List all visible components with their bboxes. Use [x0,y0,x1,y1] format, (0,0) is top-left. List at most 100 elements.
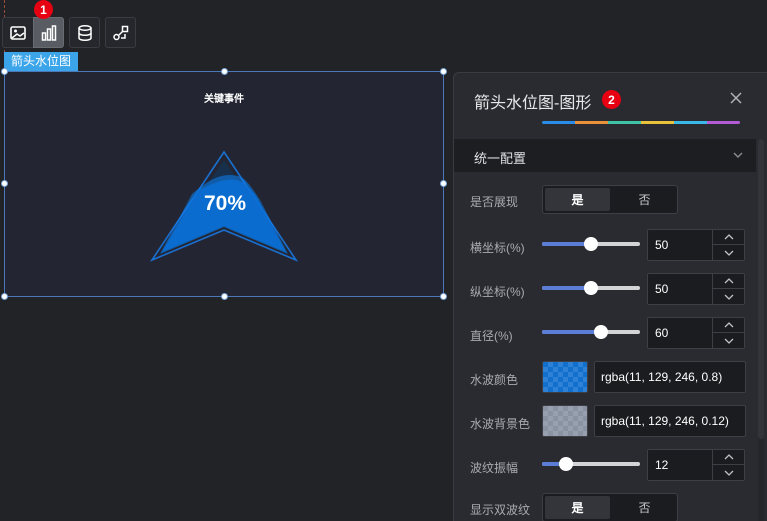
show-label: 是否展现 [470,195,519,209]
decrement-button[interactable] [713,245,744,260]
stepper-buttons [712,318,744,348]
row-x-coord: 横坐标(%) 50 [454,229,756,263]
chevron-down-icon [724,294,733,300]
chart-title: 关键事件 [204,94,244,105]
amplitude-stepper[interactable]: 12 [647,449,745,481]
slider-knob[interactable] [558,457,573,471]
y-coord-stepper[interactable]: 50 [647,273,745,305]
interaction-tool-button[interactable] [105,17,136,48]
resize-handle-tr[interactable] [440,68,447,75]
resize-handle-r[interactable] [440,180,447,187]
tab-color-segment [707,121,740,124]
x-coord-stepper[interactable]: 50 [647,229,745,261]
link-nodes-icon [112,25,128,40]
increment-button[interactable] [713,450,744,465]
tab-color-strip [542,121,740,124]
row-diameter: 直径(%) 60 [454,317,756,351]
row-amplitude: 波纹振幅 12 [454,449,756,483]
x-coord-label: 横坐标(%) [470,241,525,255]
component-toolbar [2,17,136,48]
increment-button[interactable] [713,318,744,333]
section-label: 统一配置 [474,151,527,166]
wave-color-input[interactable]: rgba(11, 129, 246, 0.8) [594,361,746,393]
row-wave-bg: 水波背景色 rgba(11, 129, 246, 0.12) [454,405,756,439]
chevron-down-icon [724,470,733,476]
decrement-button[interactable] [713,333,744,348]
tab-color-segment [674,121,707,124]
show-yes-option[interactable]: 是 [545,188,610,211]
diameter-slider[interactable] [542,325,640,339]
chevron-up-icon [724,322,733,328]
resize-handle-t[interactable] [221,68,228,75]
config-panel: 箭头水位图-图形 2 统一配置 是否展现 是 否 横坐标(%) 50 纵坐标(%… [453,72,767,521]
resize-handle-tl[interactable] [1,68,8,75]
row-double-wave: 显示双波纹 是 否 [454,493,756,521]
decrement-button[interactable] [713,289,744,304]
double-wave-toggle: 是 否 [542,493,678,521]
toolbar-group-main [2,17,64,48]
increment-button[interactable] [713,274,744,289]
resize-handle-br[interactable] [440,293,447,300]
resize-handle-bl[interactable] [1,293,8,300]
show-toggle: 是 否 [542,185,678,214]
stepper-buttons [712,230,744,260]
tab-color-segment [575,121,608,124]
tab-color-segment [542,121,575,124]
stepper-value: 60 [655,326,669,340]
slider-knob[interactable] [584,281,598,295]
tab-color-segment [641,121,674,124]
diameter-stepper[interactable]: 60 [647,317,745,349]
bar-chart-icon [41,24,56,41]
double-wave-no-option[interactable]: 否 [612,494,677,521]
resize-handle-b[interactable] [221,293,228,300]
close-icon[interactable] [729,91,743,105]
data-tool-button[interactable] [69,17,100,48]
y-coord-slider[interactable] [542,281,640,295]
amplitude-label: 波纹振幅 [470,461,519,475]
chevron-down-icon [724,250,733,256]
stepper-value: 50 [655,282,669,296]
wave-color-swatch[interactable] [542,361,588,393]
step-badge-1: 1 [34,0,53,19]
panel-title: 箭头水位图-图形 [474,95,592,112]
wave-bg-input[interactable]: rgba(11, 129, 246, 0.12) [594,405,746,437]
wave-bg-swatch[interactable] [542,405,588,437]
image-tool-button[interactable] [2,17,33,48]
x-coord-slider[interactable] [542,237,640,251]
step-badge-2: 2 [602,90,621,109]
section-unified-config[interactable]: 统一配置 [454,139,756,172]
scrollbar-thumb[interactable] [758,139,764,439]
diameter-label: 直径(%) [470,329,513,343]
slider-fill [542,330,601,334]
double-wave-yes-option[interactable]: 是 [545,496,610,519]
database-icon [77,24,92,41]
stepper-value: 50 [655,238,669,252]
percent-value: 70% [203,192,247,215]
wave-color-label: 水波颜色 [470,373,519,387]
show-no-option[interactable]: 否 [612,186,677,213]
tab-color-segment [608,121,641,124]
double-wave-label: 显示双波纹 [470,503,531,517]
chevron-down-icon [733,152,743,158]
chevron-up-icon [724,278,733,284]
amplitude-slider[interactable] [542,457,640,471]
row-show: 是否展现 是 否 [454,185,756,217]
chevron-down-icon [724,338,733,344]
wave-bg-label: 水波背景色 [470,417,531,431]
chevron-up-icon [724,234,733,240]
panel-scrollbar[interactable] [758,139,764,521]
stepper-buttons [712,450,744,480]
increment-button[interactable] [713,230,744,245]
chevron-up-icon [724,454,733,460]
widget-name-tag: 箭头水位图 [4,52,79,71]
row-y-coord: 纵坐标(%) 50 [454,273,756,307]
stepper-buttons [712,274,744,304]
resize-handle-l[interactable] [1,180,8,187]
slider-knob[interactable] [593,325,608,339]
chart-tool-button[interactable] [33,17,64,48]
slider-knob[interactable] [584,237,598,251]
image-icon [10,25,26,40]
decrement-button[interactable] [713,465,744,480]
row-wave-color: 水波颜色 rgba(11, 129, 246, 0.8) [454,361,756,395]
arrow-water-chart-widget[interactable]: 关键事件 70% [1,68,447,300]
